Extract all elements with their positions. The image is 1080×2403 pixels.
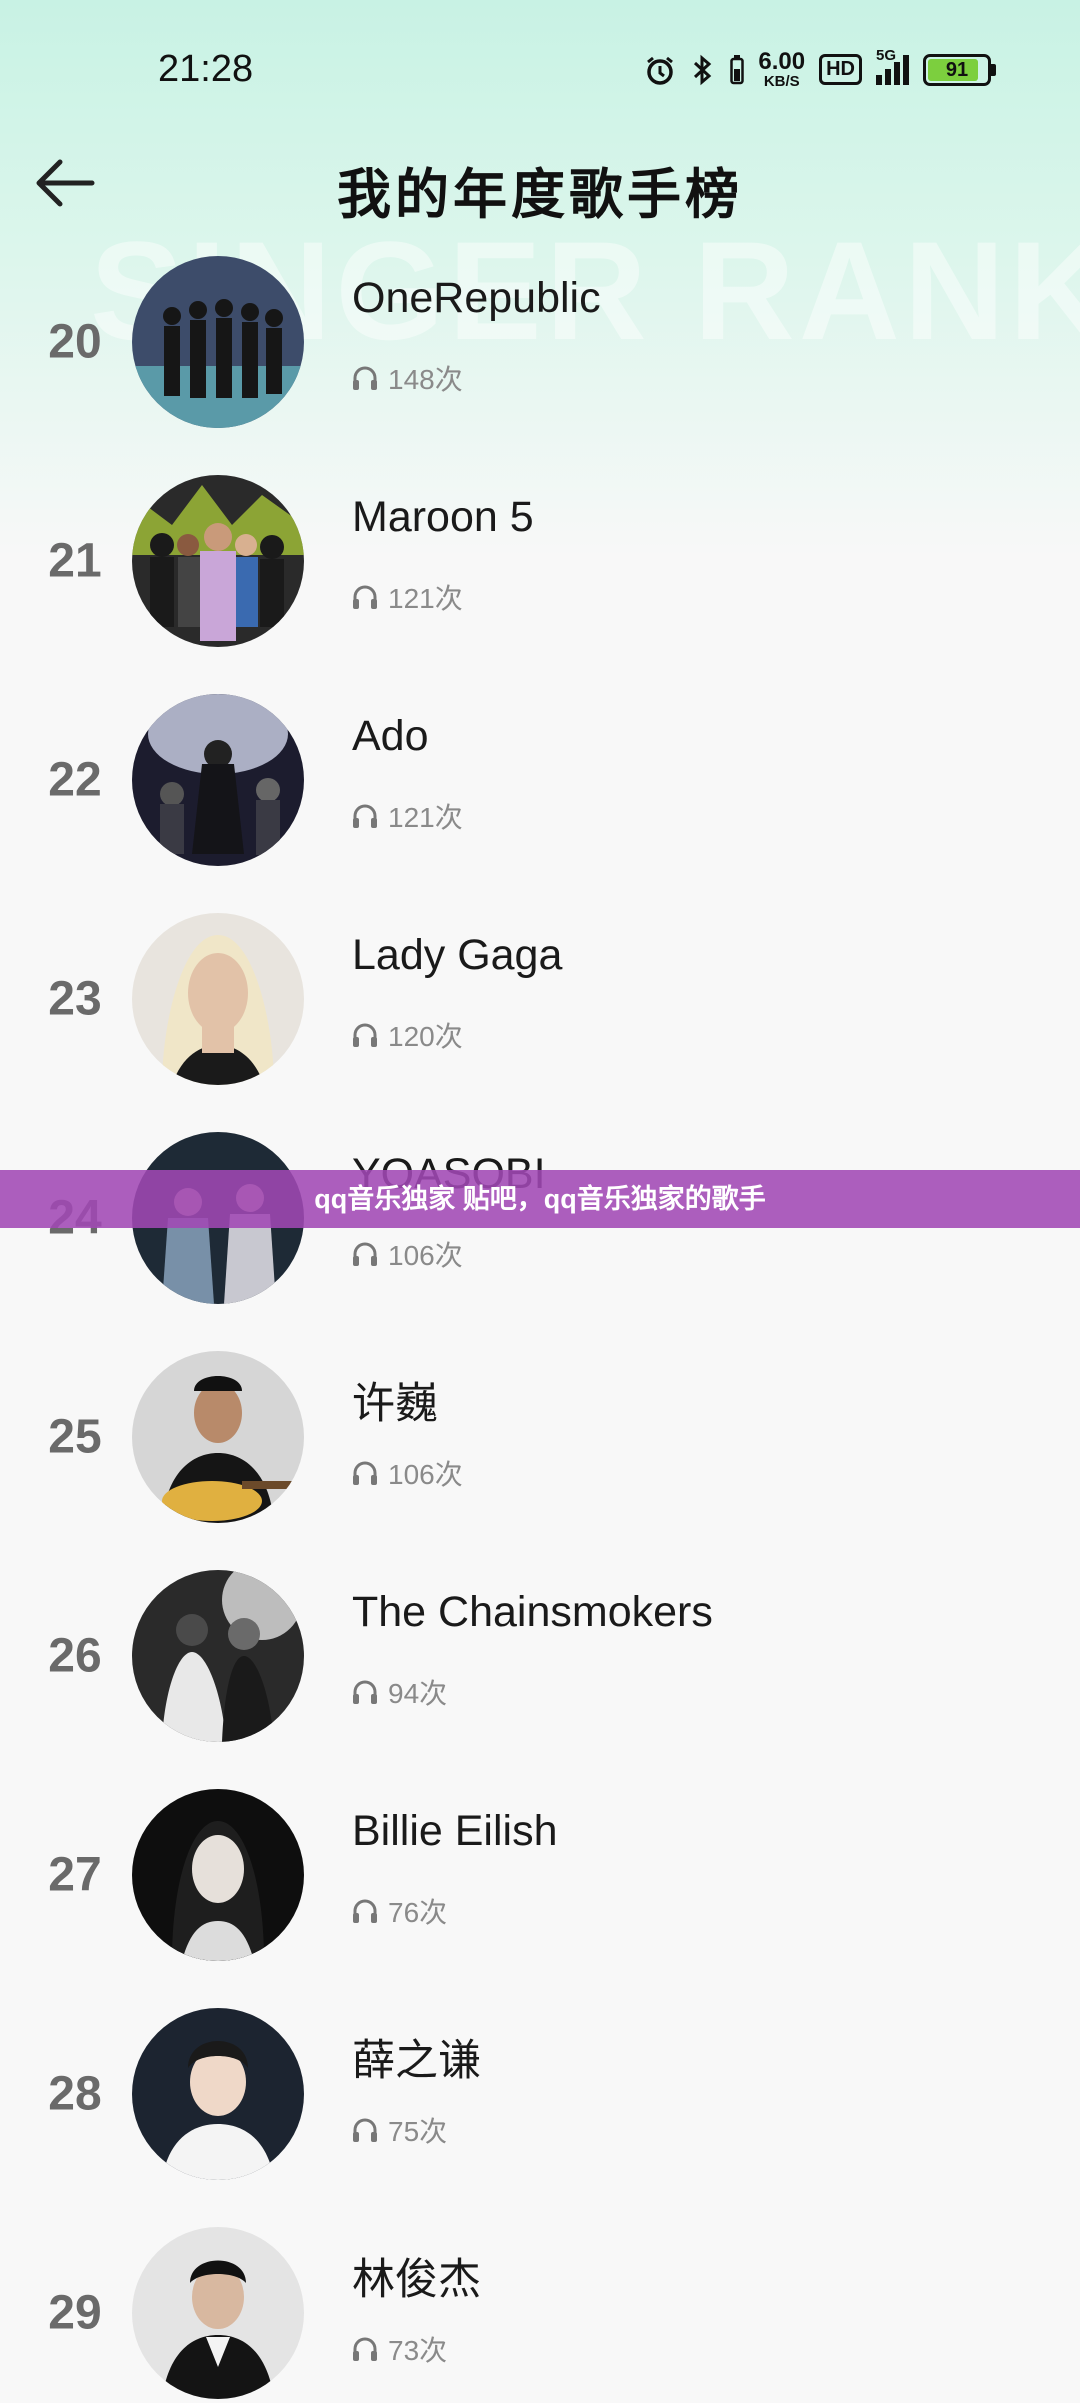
artist-row[interactable]: 23 Lady Gaga 120次 [0,909,1080,1089]
artist-rank: 26 [48,1629,102,1683]
artist-rank: 25 [48,1410,102,1464]
artist-rank: 29 [48,2286,102,2340]
artist-avatar [132,1789,304,1961]
play-count-text: 106次 [388,1240,463,1271]
artist-row[interactable]: 26 The Chainsmokers 94次 [0,1566,1080,1746]
artist-row[interactable]: 22 Ado 121次 [0,690,1080,870]
play-count: 121次 [350,796,463,836]
play-count: 121次 [350,577,463,617]
artist-avatar [132,1351,304,1523]
battery-level: 91 [945,58,969,81]
overlay-caption-banner: qq音乐独家 贴吧，qq音乐独家的歌手 [0,1170,1080,1228]
play-count-text: 94次 [388,1678,448,1709]
play-count-text: 121次 [388,583,463,614]
headphones-icon [353,1680,377,1704]
artist-name: 薛之谦 [352,2037,481,2085]
artist-row[interactable]: 29 林俊杰 73次 [0,2223,1080,2403]
artist-name: Lady Gaga [352,931,563,979]
play-count: 120次 [350,1015,463,1055]
play-count: 106次 [350,1453,463,1493]
artist-rank: 20 [48,315,102,369]
artist-avatar [132,1570,304,1742]
artist-avatar [132,256,304,428]
artist-name: 林俊杰 [352,2256,481,2304]
artist-name: 许巍 [352,1380,438,1428]
play-count-text: 120次 [388,1021,463,1052]
play-count: 148次 [350,358,463,398]
artist-row[interactable]: 20 OneRepublic 148次 [0,252,1080,432]
artist-avatar [132,2008,304,2180]
artist-name: OneRepublic [352,274,601,322]
play-count-text: 121次 [388,802,463,833]
headphones-icon [353,1899,377,1923]
artist-rank: 21 [48,534,102,588]
artist-row[interactable]: 25 许巍 106次 [0,1347,1080,1527]
play-count: 106次 [350,1234,463,1274]
artist-rank: 22 [48,753,102,807]
artist-name: Billie Eilish [352,1807,558,1855]
play-count: 94次 [350,1672,447,1712]
artist-row[interactable]: 21 Maroon 5 121次 [0,471,1080,651]
artist-avatar [132,2227,304,2399]
artist-name: Ado [352,712,429,760]
artist-avatar [132,913,304,1085]
headphones-icon [353,1461,377,1485]
play-count: 76次 [350,1891,447,1931]
play-count-text: 106次 [388,1459,463,1490]
headphones-icon [353,2337,377,2361]
play-count: 73次 [350,2329,447,2369]
artist-row[interactable]: 27 Billie Eilish 76次 [0,1785,1080,1965]
headphones-icon [353,804,377,828]
headphones-icon [353,366,377,390]
artist-name: Maroon 5 [352,493,534,541]
artist-name: The Chainsmokers [352,1588,713,1636]
artist-avatar [132,475,304,647]
headphones-icon [353,1023,377,1047]
play-count-text: 76次 [388,1897,448,1928]
headphones-icon [353,585,377,609]
play-count-text: 75次 [388,2116,448,2147]
play-count: 75次 [350,2110,447,2150]
artist-rank: 27 [48,1848,102,1902]
headphones-icon [353,2118,377,2142]
play-count-text: 148次 [388,364,463,395]
artist-rank: 28 [48,2067,102,2121]
artist-rank: 23 [48,972,102,1026]
headphones-icon [353,1242,377,1266]
play-count-text: 73次 [388,2335,448,2366]
artist-avatar [132,694,304,866]
artist-row[interactable]: 28 薛之谦 75次 [0,2004,1080,2184]
